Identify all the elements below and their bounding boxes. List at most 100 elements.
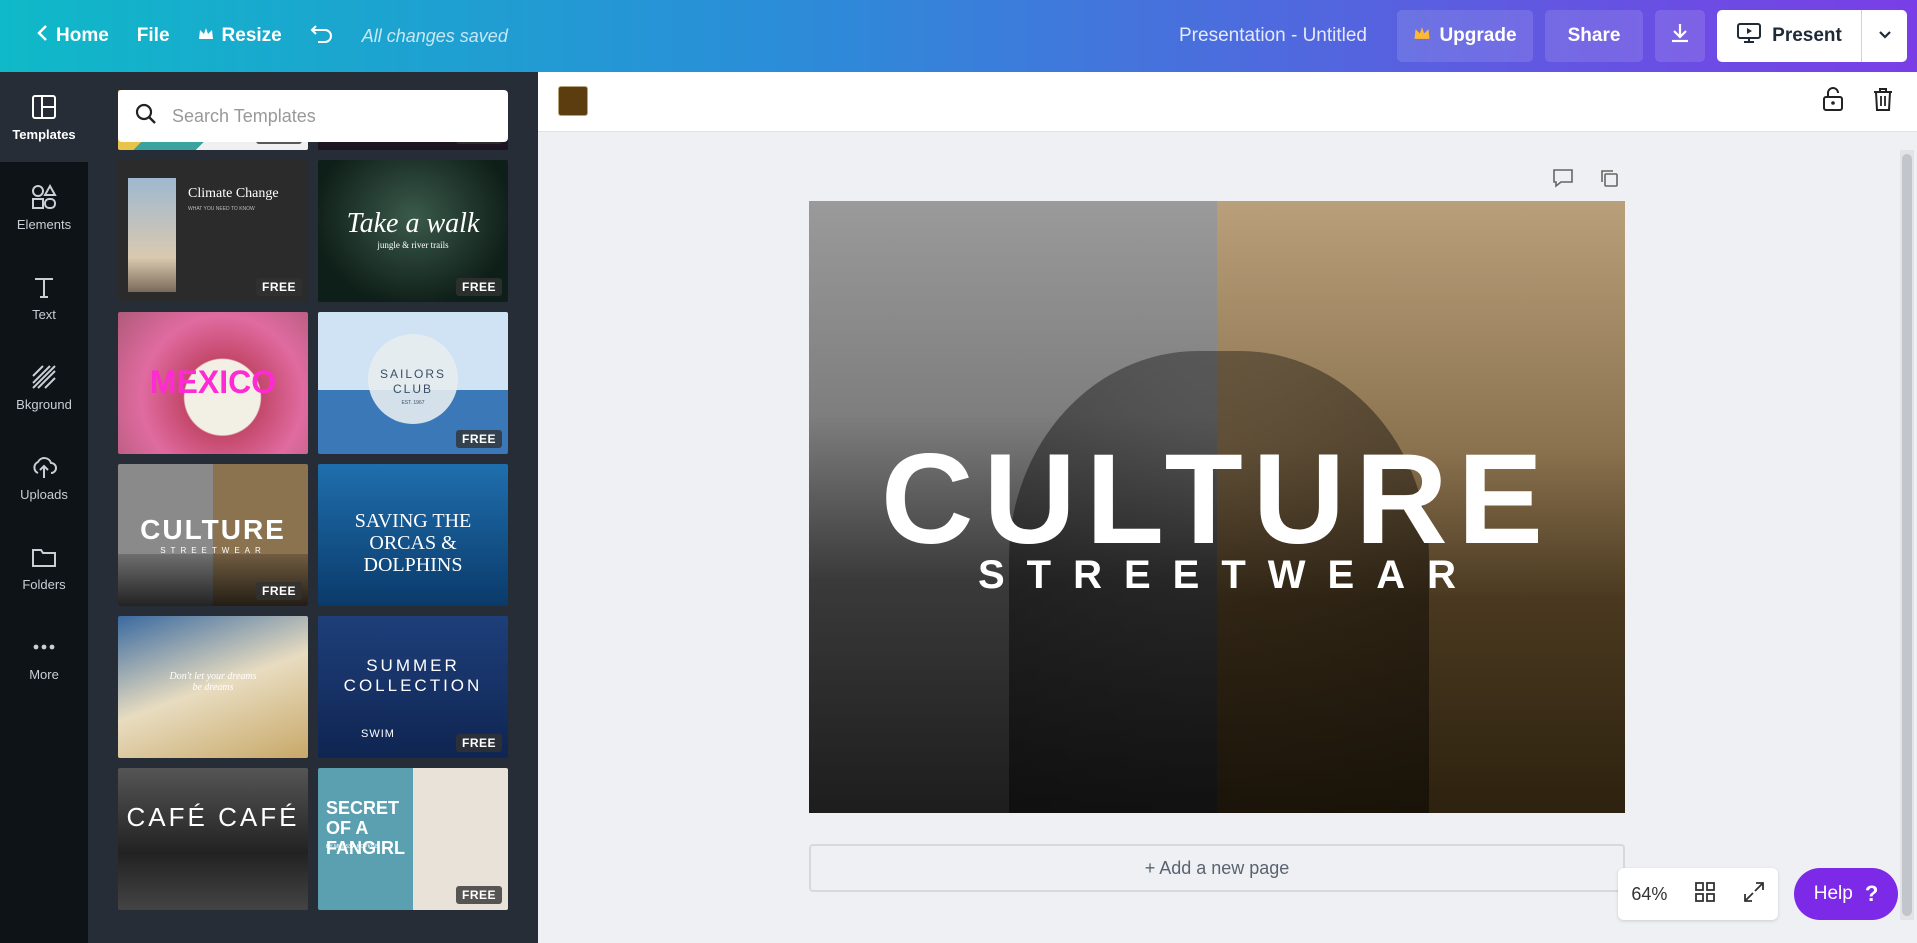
search-input[interactable] — [172, 105, 472, 127]
upgrade-button[interactable]: Upgrade — [1397, 10, 1533, 62]
templates-panel: FREE FREE Climate Change WHAT YOU NEED T… — [88, 72, 538, 943]
slide-title[interactable]: CULTURE — [809, 426, 1625, 573]
duplicate-icon — [1599, 168, 1619, 193]
rail-item-templates[interactable]: Templates — [0, 72, 88, 162]
free-badge: FREE — [255, 278, 302, 296]
template-thumbnail[interactable]: SECRET OF A FANGIRL BY MELISSA HOPKINS F… — [318, 768, 508, 910]
template-subtitle: jungle & river trails — [377, 240, 449, 250]
grid-icon — [1695, 881, 1715, 902]
rail-label: Text — [32, 306, 56, 322]
side-rail: Templates Elements Text Bkground Uploads… — [0, 72, 88, 943]
top-bar: Home File Resize All changes saved Prese… — [0, 0, 1917, 72]
rail-item-text[interactable]: Text — [0, 252, 88, 342]
share-button[interactable]: Share — [1545, 10, 1643, 62]
rail-label: Templates — [12, 126, 76, 142]
elements-icon — [32, 183, 57, 209]
free-badge: FREE — [455, 886, 502, 904]
template-subtitle: WHAT YOU NEED TO KNOW — [188, 206, 255, 212]
vertical-scrollbar[interactable] — [1900, 150, 1914, 920]
more-icon — [33, 644, 55, 649]
search-icon — [134, 102, 158, 131]
template-thumbnail[interactable]: SAVING THE ORCAS & DOLPHINS — [318, 464, 508, 606]
rail-item-elements[interactable]: Elements — [0, 162, 88, 252]
color-swatch[interactable] — [558, 86, 588, 116]
template-thumbnail[interactable]: Don't let your dreams be dreams — [118, 616, 308, 758]
folders-icon — [32, 548, 56, 567]
template-thumbnail[interactable]: CAFÉ CAFÉ — [118, 768, 308, 910]
duplicate-page-button[interactable] — [1597, 168, 1621, 192]
rail-item-folders[interactable]: Folders — [0, 522, 88, 612]
file-label: File — [136, 25, 170, 46]
undo-button[interactable] — [296, 14, 348, 58]
editor-toolbar — [538, 72, 1917, 132]
download-icon — [1669, 22, 1691, 50]
zoom-level[interactable]: 64% — [1631, 884, 1667, 905]
template-thumbnail[interactable]: SUMMER COLLECTION SWIM FREE — [318, 616, 508, 758]
rail-label: Bkground — [16, 396, 72, 412]
present-label: Present — [1772, 25, 1842, 46]
rail-item-background[interactable]: Bkground — [0, 342, 88, 432]
template-title: MEXICO — [149, 364, 277, 400]
free-badge: FREE — [455, 430, 502, 448]
template-subtitle: BY MELISSA HOPKINS — [326, 844, 380, 850]
resize-button[interactable]: Resize — [184, 14, 296, 58]
template-thumbnail[interactable]: Climate Change WHAT YOU NEED TO KNOW FRE… — [118, 160, 308, 302]
free-badge: FREE — [455, 734, 502, 752]
template-title: Climate Change — [188, 186, 279, 201]
upgrade-label: Upgrade — [1439, 25, 1517, 46]
help-button[interactable]: Help ? — [1794, 868, 1898, 920]
search-box — [118, 90, 508, 142]
resize-label: Resize — [221, 25, 282, 46]
crown-icon — [198, 25, 214, 47]
template-title: SAILORS CLUB — [379, 367, 447, 396]
canvas-area: CULTURE STREETWEAR + Add a new page — [538, 132, 1917, 943]
template-subtitle: STREETWEAR — [160, 546, 266, 555]
template-title: SAVING THE ORCAS & DOLPHINS — [354, 510, 472, 576]
file-menu-button[interactable]: File — [123, 14, 184, 58]
share-label: Share — [1567, 25, 1621, 46]
template-title: Don't let your dreams be dreams — [169, 671, 257, 693]
delete-button[interactable] — [1868, 86, 1898, 116]
template-thumbnail[interactable]: CULTURE STREETWEAR FREE — [118, 464, 308, 606]
undo-icon — [310, 22, 334, 50]
comment-button[interactable] — [1551, 168, 1575, 192]
add-page-button[interactable]: + Add a new page — [809, 844, 1625, 892]
lock-icon — [1822, 86, 1844, 117]
template-title: SUMMER COLLECTION — [343, 656, 483, 695]
chevron-down-icon — [1878, 27, 1892, 45]
template-thumbnail[interactable]: Take a walk jungle & river trails FREE — [318, 160, 508, 302]
rail-label: More — [29, 666, 59, 682]
document-title[interactable]: Presentation - Untitled — [1179, 25, 1367, 47]
background-icon — [32, 364, 56, 389]
slide-canvas[interactable]: CULTURE STREETWEAR — [809, 201, 1625, 813]
rail-item-more[interactable]: More — [0, 612, 88, 702]
fullscreen-button[interactable] — [1743, 881, 1765, 908]
template-subtitle: EST. 1967 — [401, 400, 425, 406]
uploads-icon — [33, 456, 57, 478]
zoom-controls: 64% — [1618, 868, 1778, 920]
template-title: Take a walk — [346, 208, 480, 239]
scrollbar-thumb[interactable] — [1902, 154, 1912, 916]
rail-label: Uploads — [20, 486, 68, 502]
grid-view-button[interactable] — [1694, 881, 1716, 908]
help-label: Help — [1813, 883, 1853, 904]
text-icon — [35, 277, 53, 298]
rail-label: Elements — [16, 216, 72, 232]
rail-item-uploads[interactable]: Uploads — [0, 432, 88, 522]
download-button[interactable] — [1655, 10, 1705, 62]
template-thumbnail[interactable]: MEXICO — [118, 312, 308, 454]
home-label: Home — [56, 25, 109, 46]
question-icon: ? — [1864, 881, 1879, 906]
slide-subtitle[interactable]: STREETWEAR — [809, 553, 1625, 598]
home-button[interactable]: Home — [22, 14, 123, 58]
expand-icon — [1743, 881, 1764, 902]
templates-icon — [32, 94, 56, 119]
present-options-button[interactable] — [1861, 10, 1907, 62]
lock-button[interactable] — [1818, 86, 1848, 116]
template-title: CAFÉ CAFÉ — [126, 802, 300, 832]
chevron-left-icon — [36, 24, 48, 48]
present-button[interactable]: Present — [1717, 22, 1861, 50]
present-button-group: Present — [1717, 10, 1907, 62]
template-thumbnail[interactable]: SAILORS CLUB EST. 1967 FREE — [318, 312, 508, 454]
rail-label: Folders — [22, 576, 66, 592]
